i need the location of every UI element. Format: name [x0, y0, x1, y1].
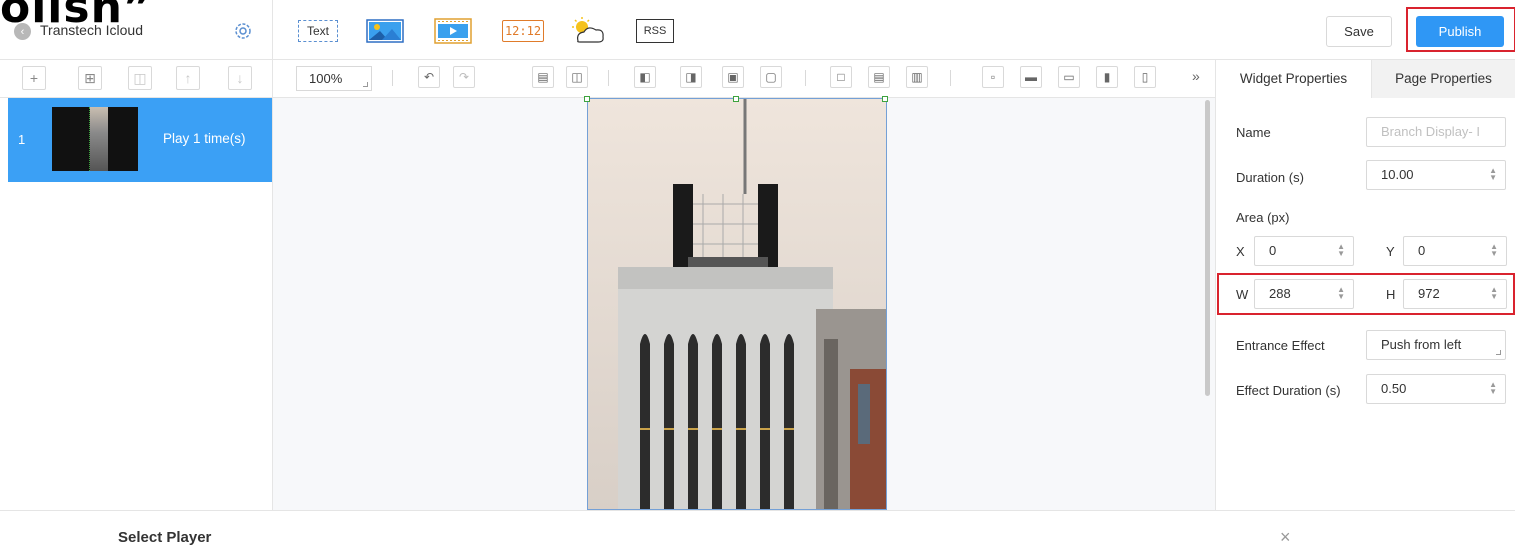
- delete-page-icon[interactable]: ◫: [128, 66, 152, 90]
- send-to-back-icon[interactable]: ▢: [760, 66, 782, 88]
- align-bottom-icon[interactable]: ▫: [982, 66, 1004, 88]
- x-label: X: [1236, 244, 1245, 259]
- text-widget-button[interactable]: Text: [298, 20, 338, 42]
- y-label: Y: [1386, 244, 1395, 259]
- delete-widget-icon[interactable]: ◫: [566, 66, 588, 88]
- page-number: 1: [18, 132, 26, 147]
- divider: [608, 70, 609, 86]
- fit-screen-icon[interactable]: □: [830, 66, 852, 88]
- spinner-icon[interactable]: ▲ ▼: [1489, 167, 1497, 182]
- divider: [1215, 60, 1216, 510]
- y-value: 0: [1418, 243, 1426, 258]
- fit-height-icon[interactable]: ▥: [906, 66, 928, 88]
- page-play-count: Play 1 time(s): [163, 131, 246, 146]
- duration-value: 10.00: [1381, 167, 1414, 182]
- effect-duration-label: Effect Duration (s): [1236, 383, 1341, 398]
- publish-button[interactable]: Publish: [1416, 16, 1504, 47]
- duration-stepper[interactable]: 10.00 ▲ ▼: [1366, 160, 1506, 190]
- entrance-effect-select[interactable]: Push from left: [1366, 330, 1506, 360]
- more-chevrons-icon[interactable]: »: [1192, 68, 1200, 84]
- close-icon[interactable]: ×: [1280, 527, 1291, 548]
- duration-label: Duration (s): [1236, 170, 1304, 185]
- divider: [805, 70, 806, 86]
- building-image: [588, 99, 886, 509]
- spinner-icon[interactable]: ▲ ▼: [1489, 381, 1497, 396]
- video-widget-icon[interactable]: [433, 18, 473, 44]
- divider: [392, 70, 393, 86]
- save-button[interactable]: Save: [1326, 16, 1392, 47]
- select-player-dialog: Select Player ×: [0, 511, 1515, 560]
- width-value: 288: [1269, 286, 1291, 301]
- x-stepper[interactable]: 0 ▲ ▼: [1254, 236, 1354, 266]
- bring-forward-icon[interactable]: ◧: [634, 66, 656, 88]
- spinner-icon[interactable]: ▲ ▼: [1337, 286, 1345, 301]
- spinner-icon[interactable]: ▲ ▼: [1490, 243, 1498, 258]
- rss-widget-button[interactable]: RSS: [636, 19, 674, 43]
- name-label: Name: [1236, 125, 1271, 140]
- height-stepper[interactable]: 972 ▲ ▼: [1403, 279, 1507, 309]
- spinner-icon[interactable]: ▲ ▼: [1337, 243, 1345, 258]
- page-list-item[interactable]: 1 Play 1 time(s): [8, 98, 272, 182]
- entrance-effect-label: Entrance Effect: [1236, 338, 1325, 353]
- overlay-caption: olish”: [0, 0, 153, 33]
- tab-widget-properties[interactable]: Widget Properties: [1216, 60, 1371, 98]
- tab-page-properties[interactable]: Page Properties: [1371, 60, 1515, 98]
- x-value: 0: [1269, 243, 1277, 258]
- move-up-icon[interactable]: ↑: [176, 66, 200, 90]
- resize-handle[interactable]: [733, 96, 739, 102]
- effect-duration-stepper[interactable]: 0.50 ▲ ▼: [1366, 374, 1506, 404]
- clock-widget-button[interactable]: 12:12: [502, 20, 544, 42]
- dialog-title: Select Player: [118, 529, 212, 546]
- h-label: H: [1386, 287, 1396, 302]
- paste-icon[interactable]: ▤: [532, 66, 554, 88]
- image-widget-icon[interactable]: [365, 18, 405, 44]
- resize-handle[interactable]: [882, 96, 888, 102]
- area-label: Area (px): [1236, 210, 1290, 225]
- zoom-select[interactable]: 100%: [296, 66, 372, 91]
- send-backward-icon[interactable]: ◨: [680, 66, 702, 88]
- move-down-icon[interactable]: ↓: [228, 66, 252, 90]
- resize-handle[interactable]: [584, 96, 590, 102]
- image-widget[interactable]: [587, 98, 887, 510]
- page-thumbnail: [52, 107, 138, 171]
- divider: [950, 70, 951, 86]
- align-left-icon[interactable]: ▮: [1096, 66, 1118, 88]
- spinner-icon[interactable]: ▲ ▼: [1490, 286, 1498, 301]
- height-value: 972: [1418, 286, 1440, 301]
- name-field[interactable]: Branch Display- I: [1366, 117, 1506, 147]
- redo-icon[interactable]: ↷: [453, 66, 475, 88]
- divider: [272, 0, 273, 60]
- copy-page-icon[interactable]: ⊞: [78, 66, 102, 90]
- align-middle-icon[interactable]: ▬: [1020, 66, 1042, 88]
- y-stepper[interactable]: 0 ▲ ▼: [1403, 236, 1507, 266]
- bring-to-front-icon[interactable]: ▣: [722, 66, 744, 88]
- add-page-icon[interactable]: +: [22, 66, 46, 90]
- fit-width-icon[interactable]: ▤: [868, 66, 890, 88]
- effect-duration-value: 0.50: [1381, 381, 1407, 396]
- width-stepper[interactable]: 288 ▲ ▼: [1254, 279, 1354, 309]
- w-label: W: [1236, 287, 1249, 302]
- align-top-icon[interactable]: ▭: [1058, 66, 1080, 88]
- weather-widget-icon[interactable]: [568, 17, 608, 44]
- align-center-icon[interactable]: ▯: [1134, 66, 1156, 88]
- top-bar: ‹ Transtech Icloud Text 12:12 RSS Save P…: [0, 0, 1515, 60]
- canvas-scrollbar[interactable]: [1205, 100, 1210, 396]
- undo-icon[interactable]: ↶: [418, 66, 440, 88]
- settings-gear-icon[interactable]: [232, 20, 254, 42]
